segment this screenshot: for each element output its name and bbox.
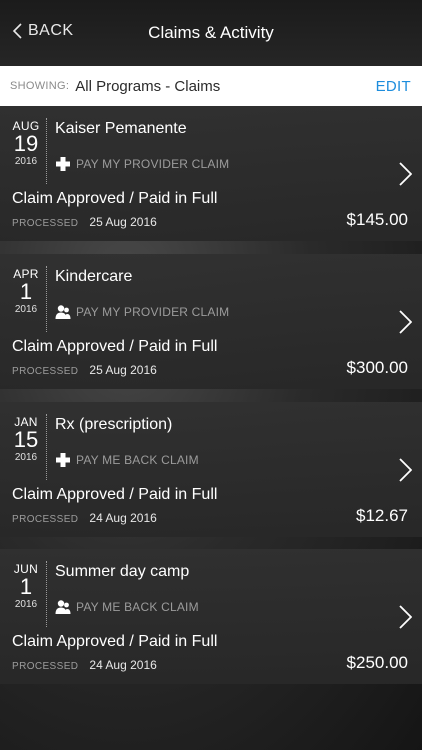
claim-amount: $12.67 (356, 506, 408, 525)
chevron-right-icon[interactable] (398, 458, 412, 482)
person-icon (55, 305, 71, 319)
claim-status: Claim Approved / Paid in Full (12, 338, 218, 355)
claim-status: Claim Approved / Paid in Full (12, 633, 218, 650)
processed-info: PROCESSED 24 Aug 2016 (12, 511, 157, 525)
claim-day: 15 (13, 427, 39, 452)
claim-day: 1 (19, 574, 33, 599)
claim-day: 1 (19, 279, 33, 304)
edit-button[interactable]: EDIT (376, 78, 411, 95)
processed-label: PROCESSED (12, 661, 79, 672)
provider-name: Kindercare (55, 268, 133, 285)
date-divider (46, 266, 47, 332)
chevron-left-icon (12, 23, 22, 39)
claim-date: JUN 1 2016 (8, 563, 44, 612)
claim-type-label: PAY MY PROVIDER CLAIM (76, 305, 230, 319)
claim-type-label: PAY ME BACK CLAIM (76, 600, 199, 614)
processed-info: PROCESSED 25 Aug 2016 (12, 363, 157, 377)
person-icon (55, 600, 71, 614)
claim-type-label: PAY MY PROVIDER CLAIM (76, 157, 230, 171)
date-divider (46, 561, 47, 627)
claim-amount: $250.00 (346, 653, 408, 672)
showing-value: All Programs - Claims (75, 77, 221, 95)
claim-year: 2016 (14, 304, 38, 315)
showing-label: SHOWING: (10, 80, 70, 92)
chevron-right-icon[interactable] (398, 605, 412, 629)
processed-info: PROCESSED 24 Aug 2016 (12, 658, 157, 672)
filter-bar[interactable]: SHOWING: All Programs - Claims EDIT (0, 66, 422, 106)
provider-name: Summer day camp (55, 563, 190, 580)
claim-status: Claim Approved / Paid in Full (12, 190, 218, 207)
back-label: BACK (28, 22, 74, 39)
plus-icon (56, 157, 70, 171)
claim-year: 2016 (14, 156, 38, 167)
claim-type: PAY ME BACK CLAIM (55, 599, 199, 615)
processed-date: 25 Aug 2016 (89, 215, 157, 229)
claim-type: PAY ME BACK CLAIM (55, 452, 199, 468)
chevron-right-icon[interactable] (398, 310, 412, 334)
provider-name: Rx (prescription) (55, 416, 173, 433)
claim-amount: $300.00 (346, 358, 408, 377)
claim-card[interactable]: AUG 19 2016 Kaiser Pemanente PAY MY PROV… (0, 106, 422, 241)
claim-card[interactable]: JAN 15 2016 Rx (prescription) PAY ME BAC… (0, 402, 422, 537)
chevron-right-icon[interactable] (398, 162, 412, 186)
claim-year: 2016 (14, 452, 38, 463)
date-divider (46, 414, 47, 480)
provider-name: Kaiser Pemanente (55, 120, 187, 137)
claim-day: 19 (13, 131, 39, 156)
claim-type-label: PAY ME BACK CLAIM (76, 453, 199, 467)
claim-year: 2016 (14, 599, 38, 610)
claim-amount: $145.00 (346, 210, 408, 229)
processed-label: PROCESSED (12, 366, 79, 377)
claim-date: AUG 19 2016 (8, 120, 44, 169)
claim-type: PAY MY PROVIDER CLAIM (55, 156, 229, 172)
date-divider (46, 118, 47, 184)
processed-label: PROCESSED (12, 514, 79, 525)
claim-card[interactable]: JUN 1 2016 Summer day camp PAY ME BACK C… (0, 549, 422, 684)
plus-icon (56, 453, 70, 467)
claim-date: APR 1 2016 (8, 268, 44, 317)
processed-date: 25 Aug 2016 (89, 363, 157, 377)
processed-label: PROCESSED (12, 218, 79, 229)
nav-bar: BACK Claims & Activity (0, 0, 422, 66)
claim-type: PAY MY PROVIDER CLAIM (55, 304, 229, 320)
claim-date: JAN 15 2016 (8, 416, 44, 465)
claim-card[interactable]: APR 1 2016 Kindercare PAY MY PROVIDER CL… (0, 254, 422, 389)
claim-status: Claim Approved / Paid in Full (12, 486, 218, 503)
processed-date: 24 Aug 2016 (89, 658, 157, 672)
back-button[interactable]: BACK (12, 22, 74, 40)
processed-info: PROCESSED 25 Aug 2016 (12, 215, 157, 229)
processed-date: 24 Aug 2016 (89, 511, 157, 525)
